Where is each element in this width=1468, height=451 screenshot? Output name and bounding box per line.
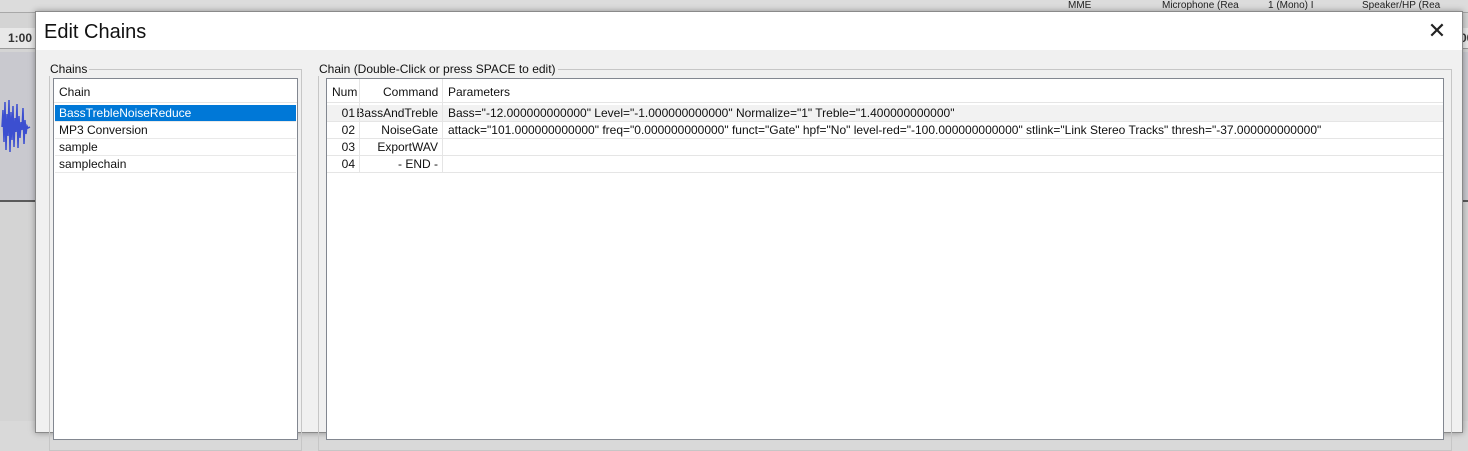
audio-track[interactable]	[0, 52, 36, 202]
channels-select[interactable]: 1 (Mono) I	[1268, 0, 1314, 11]
row-parameters: Bass="-12.000000000000" Level="-1.000000…	[448, 106, 955, 120]
row-command: ExportWAV	[377, 140, 438, 154]
chain-item-label: sample	[59, 140, 98, 154]
table-row[interactable]: 02 NoiseGate attack="101.000000000000" f…	[327, 122, 1443, 139]
row-parameters: attack="101.000000000000" freq="0.000000…	[448, 123, 1322, 137]
audio-host-select[interactable]: MME	[1068, 0, 1091, 11]
chain-list-item[interactable]: MP3 Conversion	[55, 122, 296, 139]
row-num: 03	[341, 140, 355, 154]
timeline-ruler[interactable]: 1:00	[0, 28, 36, 49]
chains-list-header[interactable]: Chain	[54, 79, 297, 103]
recording-device-select[interactable]: Microphone (Rea	[1162, 0, 1239, 11]
edit-chains-dialog: Edit Chains ✕ Chains Chain BassTrebleNoi…	[35, 11, 1463, 451]
chain-list-item[interactable]: samplechain	[55, 156, 296, 173]
table-row[interactable]: 03 ExportWAV	[327, 139, 1443, 156]
row-command: - END -	[398, 157, 438, 171]
command-column-header[interactable]: Command	[360, 79, 443, 103]
dialog-title: Edit Chains	[44, 21, 147, 43]
playback-device-select[interactable]: Speaker/HP (Rea	[1362, 0, 1440, 11]
chain-column-header: Chain	[59, 85, 91, 99]
table-row[interactable]: 01 BassAndTreble Bass="-12.000000000000"…	[327, 105, 1443, 122]
chains-group-label: Chains	[48, 62, 90, 76]
row-num: 01	[341, 106, 355, 120]
num-column-header[interactable]: Num	[327, 79, 360, 103]
row-command: NoiseGate	[381, 123, 438, 137]
chain-commands-table[interactable]: Num Command Parameters 01 BassAndTreble …	[326, 78, 1444, 440]
chains-group: Chains Chain BassTrebleNoiseReduce MP3 C…	[48, 62, 302, 451]
table-row[interactable]: 04 - END -	[327, 156, 1443, 173]
chain-group-label: Chain (Double-Click or press SPACE to ed…	[317, 62, 558, 76]
chain-list-item[interactable]: sample	[55, 139, 296, 156]
chains-list[interactable]: Chain BassTrebleNoiseReduce MP3 Conversi…	[53, 78, 298, 440]
num-header-label: Num	[332, 85, 358, 99]
parameters-header-label: Parameters	[448, 85, 511, 99]
chain-group: Chain (Double-Click or press SPACE to ed…	[317, 62, 1452, 451]
column-divider	[442, 103, 443, 173]
chain-item-label: BassTrebleNoiseReduce	[59, 106, 192, 120]
chain-item-label: MP3 Conversion	[59, 123, 148, 137]
row-num: 02	[341, 123, 355, 137]
row-num: 04	[341, 157, 355, 171]
dialog-titlebar[interactable]: Edit Chains ✕	[36, 12, 1462, 50]
ruler-time-label: 1:00	[8, 31, 33, 45]
parameters-column-header[interactable]: Parameters	[443, 79, 1443, 103]
close-icon[interactable]: ✕	[1424, 18, 1450, 44]
column-divider	[359, 103, 360, 173]
command-header-label: Command	[383, 85, 439, 99]
chain-item-label: samplechain	[59, 157, 127, 171]
chain-list-item[interactable]: BassTrebleNoiseReduce	[55, 105, 296, 122]
waveform	[1, 99, 31, 153]
row-command: BassAndTreble	[356, 106, 438, 120]
